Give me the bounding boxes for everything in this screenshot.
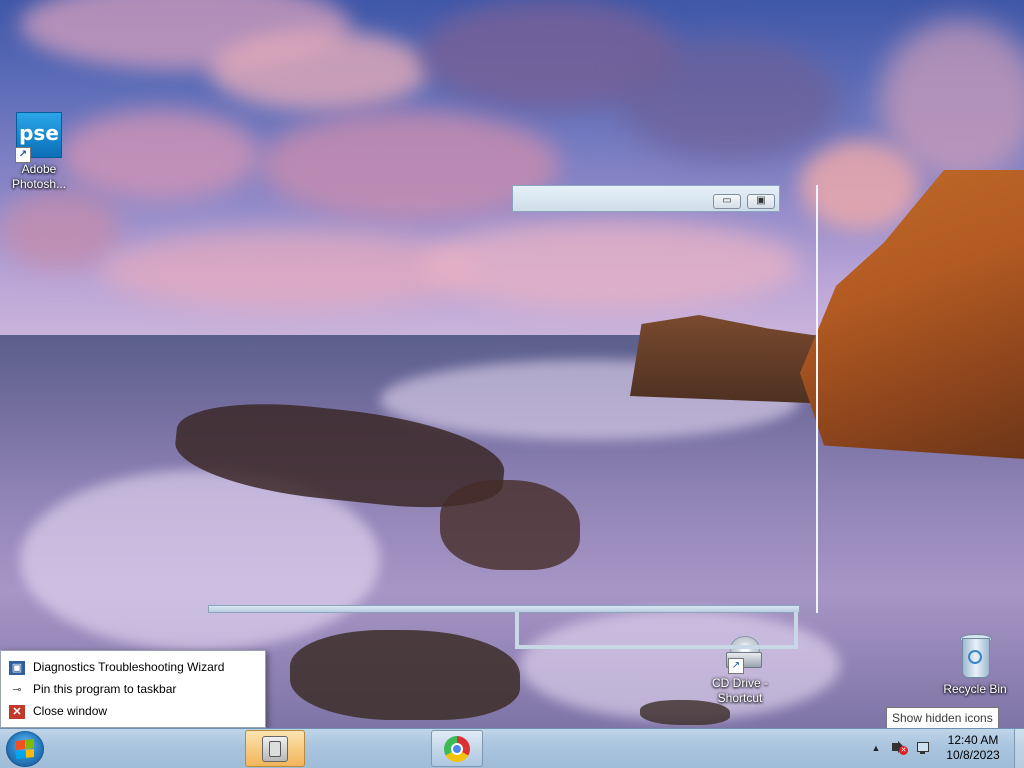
window-frame-outline [515, 612, 798, 649]
photoshop-elements-icon: pse ↗ [15, 112, 62, 163]
desktop-icon-photoshop[interactable]: pse ↗ Adobe Photosh... [1, 112, 77, 192]
tooltip-show-hidden-icons: Show hidden icons [886, 707, 999, 728]
close-icon: ✕ [9, 704, 25, 719]
jump-list-item-pin[interactable]: ⊸ Pin this program to taskbar [9, 679, 259, 699]
windows-logo-icon [16, 739, 34, 759]
shortcut-arrow-icon: ↗ [728, 658, 744, 674]
pin-icon: ⊸ [12, 683, 22, 696]
clock-date: 10/8/2023 [946, 748, 1000, 762]
taskbar-button-diagnostics[interactable] [245, 730, 305, 767]
wallpaper-cloud [210, 30, 430, 110]
desktop-icon-label: Adobe Photosh... [11, 162, 67, 191]
shortcut-arrow-icon: ↗ [15, 147, 31, 163]
wallpaper-cloud [60, 110, 260, 200]
window-right-edge-outline[interactable] [816, 185, 818, 613]
maximize-button[interactable]: ▣ [747, 194, 775, 209]
desktop-icon-recycle-bin[interactable]: Recycle Bin [937, 632, 1013, 697]
desktop-icon-label: CD Drive - Shortcut [712, 676, 768, 705]
start-button[interactable] [6, 731, 44, 767]
chrome-icon [444, 735, 470, 762]
jump-list-item-diagnostics[interactable]: ▣ Diagnostics Troubleshooting Wizard [9, 657, 259, 677]
taskbar-jump-list: ▣ Diagnostics Troubleshooting Wizard ⊸ Pin… [0, 650, 266, 728]
volume-muted-icon[interactable]: ✕ [892, 741, 908, 755]
wallpaper-cloud [420, 220, 800, 310]
taskbar-button-chrome[interactable] [431, 730, 483, 767]
jump-list-item-label: Pin this program to taskbar [33, 682, 177, 696]
desktop-icon-label: Recycle Bin [943, 682, 1007, 696]
desktop[interactable]: pse ↗ Adobe Photosh... ↗ CD Drive - Shor… [0, 0, 1024, 728]
wallpaper-cloud [620, 40, 840, 160]
show-desktop-button[interactable] [1014, 729, 1024, 768]
jump-list-item-label: Close window [33, 704, 108, 718]
jump-list-item-close-window[interactable]: ✕ Close window [9, 701, 259, 721]
jump-list-item-label: Diagnostics Troubleshooting Wizard [33, 660, 225, 674]
window-title-bar-outline[interactable]: ▭ ▣ [512, 185, 780, 212]
network-icon[interactable] [916, 741, 930, 755]
minimize-button[interactable]: ▭ [713, 194, 741, 209]
recycle-bin-icon [958, 632, 992, 678]
diagnostics-wizard-icon [262, 735, 288, 762]
wallpaper-rock [440, 480, 580, 570]
show-hidden-icons-button[interactable]: ▲ [869, 741, 883, 755]
clock-time: 12:40 AM [947, 733, 999, 747]
diagnostics-icon: ▣ [9, 660, 25, 675]
wallpaper-cloud [0, 190, 120, 270]
wallpaper-rock [290, 630, 520, 720]
clock[interactable]: 12:40 AM 10/8/2023 [938, 733, 1008, 763]
